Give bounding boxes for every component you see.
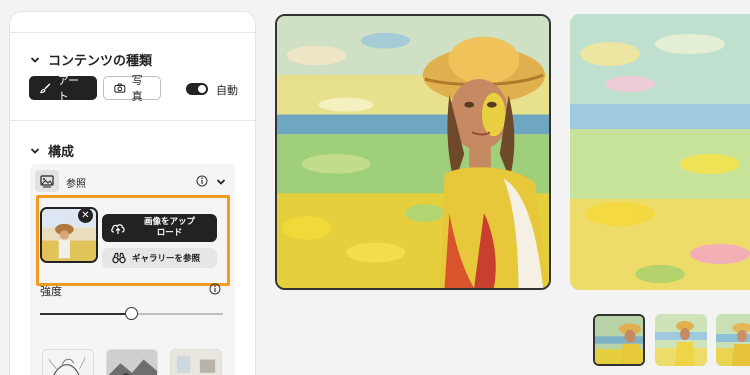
divider (10, 32, 255, 33)
binoculars-icon (112, 252, 126, 264)
cloud-upload-icon (111, 224, 125, 234)
content-type-title: コンテンツの種類 (48, 54, 153, 69)
photo-button[interactable]: 写真 (103, 74, 161, 103)
settings-panel: コンテンツの種類 アート 写真 自動 構成 参照 ✕ 画像をアップ ロード ギャ… (10, 12, 255, 375)
generated-image-selected[interactable] (275, 14, 551, 290)
style-thumbnail[interactable] (42, 349, 94, 375)
upload-label-line2: ロード (156, 228, 183, 238)
upload-label-line1: 画像をアップ (143, 217, 195, 227)
camera-icon (114, 83, 126, 93)
composition-title: 構成 (48, 145, 75, 160)
info-icon[interactable] (196, 175, 208, 187)
divider (10, 120, 255, 121)
style-thumbnail[interactable] (106, 349, 158, 375)
result-thumbnail[interactable] (716, 314, 750, 366)
upload-image-button[interactable]: 画像をアップ ロード (102, 214, 217, 242)
chevron-down-icon (30, 56, 40, 63)
composition-header[interactable]: 構成 (30, 141, 74, 160)
auto-toggle[interactable] (186, 83, 208, 95)
art-label: アート (57, 74, 80, 103)
art-button[interactable]: アート (29, 74, 97, 103)
gallery-label: ギャラリーを参照 (132, 254, 201, 264)
style-thumbnail[interactable] (170, 349, 222, 375)
content-type-header[interactable]: コンテンツの種類 (30, 50, 152, 69)
result-thumbnail-selected[interactable] (593, 314, 645, 366)
chevron-down-icon[interactable] (216, 177, 226, 187)
generated-image[interactable] (570, 14, 750, 290)
info-icon[interactable] (209, 283, 221, 295)
auto-label: 自動 (216, 84, 238, 97)
image-reference-icon (35, 170, 59, 192)
strength-label: 強度 (40, 285, 62, 298)
reference-label: 参照 (66, 179, 86, 190)
photo-label: 写真 (131, 74, 143, 103)
chevron-down-icon (30, 147, 40, 154)
close-icon[interactable]: ✕ (78, 208, 93, 223)
strength-slider-fill (40, 313, 132, 315)
result-thumbnail[interactable] (655, 314, 707, 366)
browse-gallery-button[interactable]: ギャラリーを参照 (102, 248, 217, 268)
strength-slider-handle[interactable] (125, 307, 138, 320)
brush-icon (39, 83, 51, 94)
